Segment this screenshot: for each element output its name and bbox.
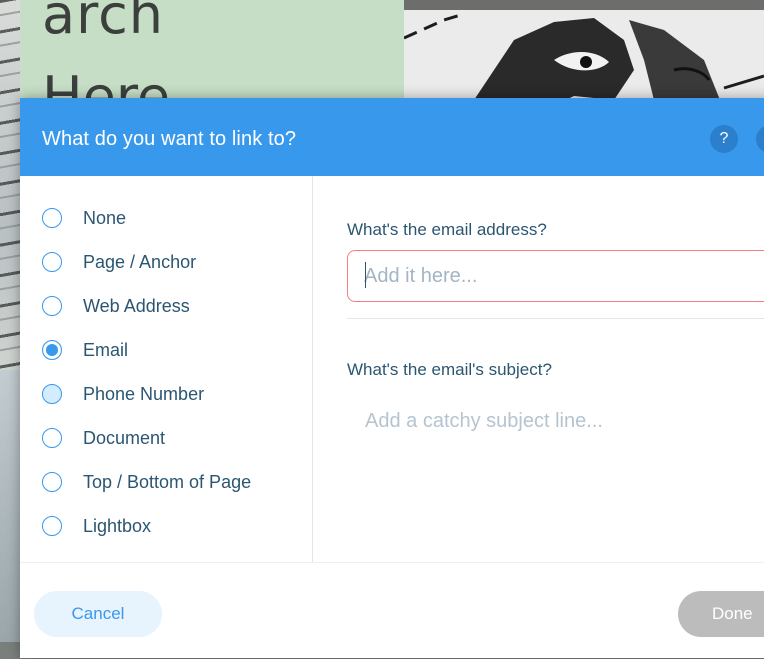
option-label: Web Address (83, 295, 190, 316)
email-address-label: What's the email address? (347, 220, 547, 239)
option-label: Email (83, 339, 129, 360)
option-page-anchor[interactable]: Page / Anchor (42, 250, 196, 274)
help-button[interactable]: ? (710, 125, 738, 153)
radio-icon[interactable] (42, 384, 62, 404)
option-none[interactable]: None (42, 206, 126, 230)
option-top-bottom-of-page[interactable]: Top / Bottom of Page (42, 470, 251, 494)
option-label: Page / Anchor (83, 251, 197, 272)
option-label: None (83, 207, 127, 228)
email-address-input[interactable] (347, 250, 764, 302)
option-label: Lightbox (83, 515, 152, 536)
dialog-footer: Cancel Done (20, 562, 764, 659)
option-document[interactable]: Document (42, 426, 165, 450)
field-divider (347, 318, 764, 319)
email-subject-input[interactable] (347, 398, 764, 444)
option-phone-number[interactable]: Phone Number (42, 382, 204, 406)
option-lightbox[interactable]: Lightbox (42, 514, 151, 538)
radio-icon[interactable] (42, 296, 62, 316)
option-label: Top / Bottom of Page (83, 471, 252, 492)
radio-icon[interactable] (42, 252, 62, 272)
dialog-header: What do you want to link to? ? (20, 98, 764, 176)
done-button[interactable]: Done (678, 591, 764, 637)
option-email[interactable]: Email (42, 338, 128, 362)
background-heading: arch (42, 0, 165, 46)
email-subject-label: What's the email's subject? (347, 360, 552, 379)
radio-checked-icon[interactable] (42, 340, 62, 360)
cancel-button[interactable]: Cancel (34, 591, 162, 637)
dialog-title: What do you want to link to? (42, 128, 297, 150)
radio-icon[interactable] (42, 516, 62, 536)
option-label: Document (83, 427, 166, 448)
radio-icon[interactable] (42, 472, 62, 492)
radio-icon[interactable] (42, 208, 62, 228)
background-bottom-left (0, 370, 20, 642)
option-web-address[interactable]: Web Address (42, 294, 190, 318)
close-button[interactable] (756, 125, 764, 153)
text-caret (365, 262, 366, 288)
radio-icon[interactable] (42, 428, 62, 448)
link-type-list: None Page / Anchor Web Address Email Pho… (20, 176, 313, 562)
link-dialog: What do you want to link to? ? None Page… (20, 98, 764, 658)
option-label: Phone Number (83, 383, 205, 404)
email-settings-panel: What's the email address? What's the ema… (313, 176, 764, 562)
